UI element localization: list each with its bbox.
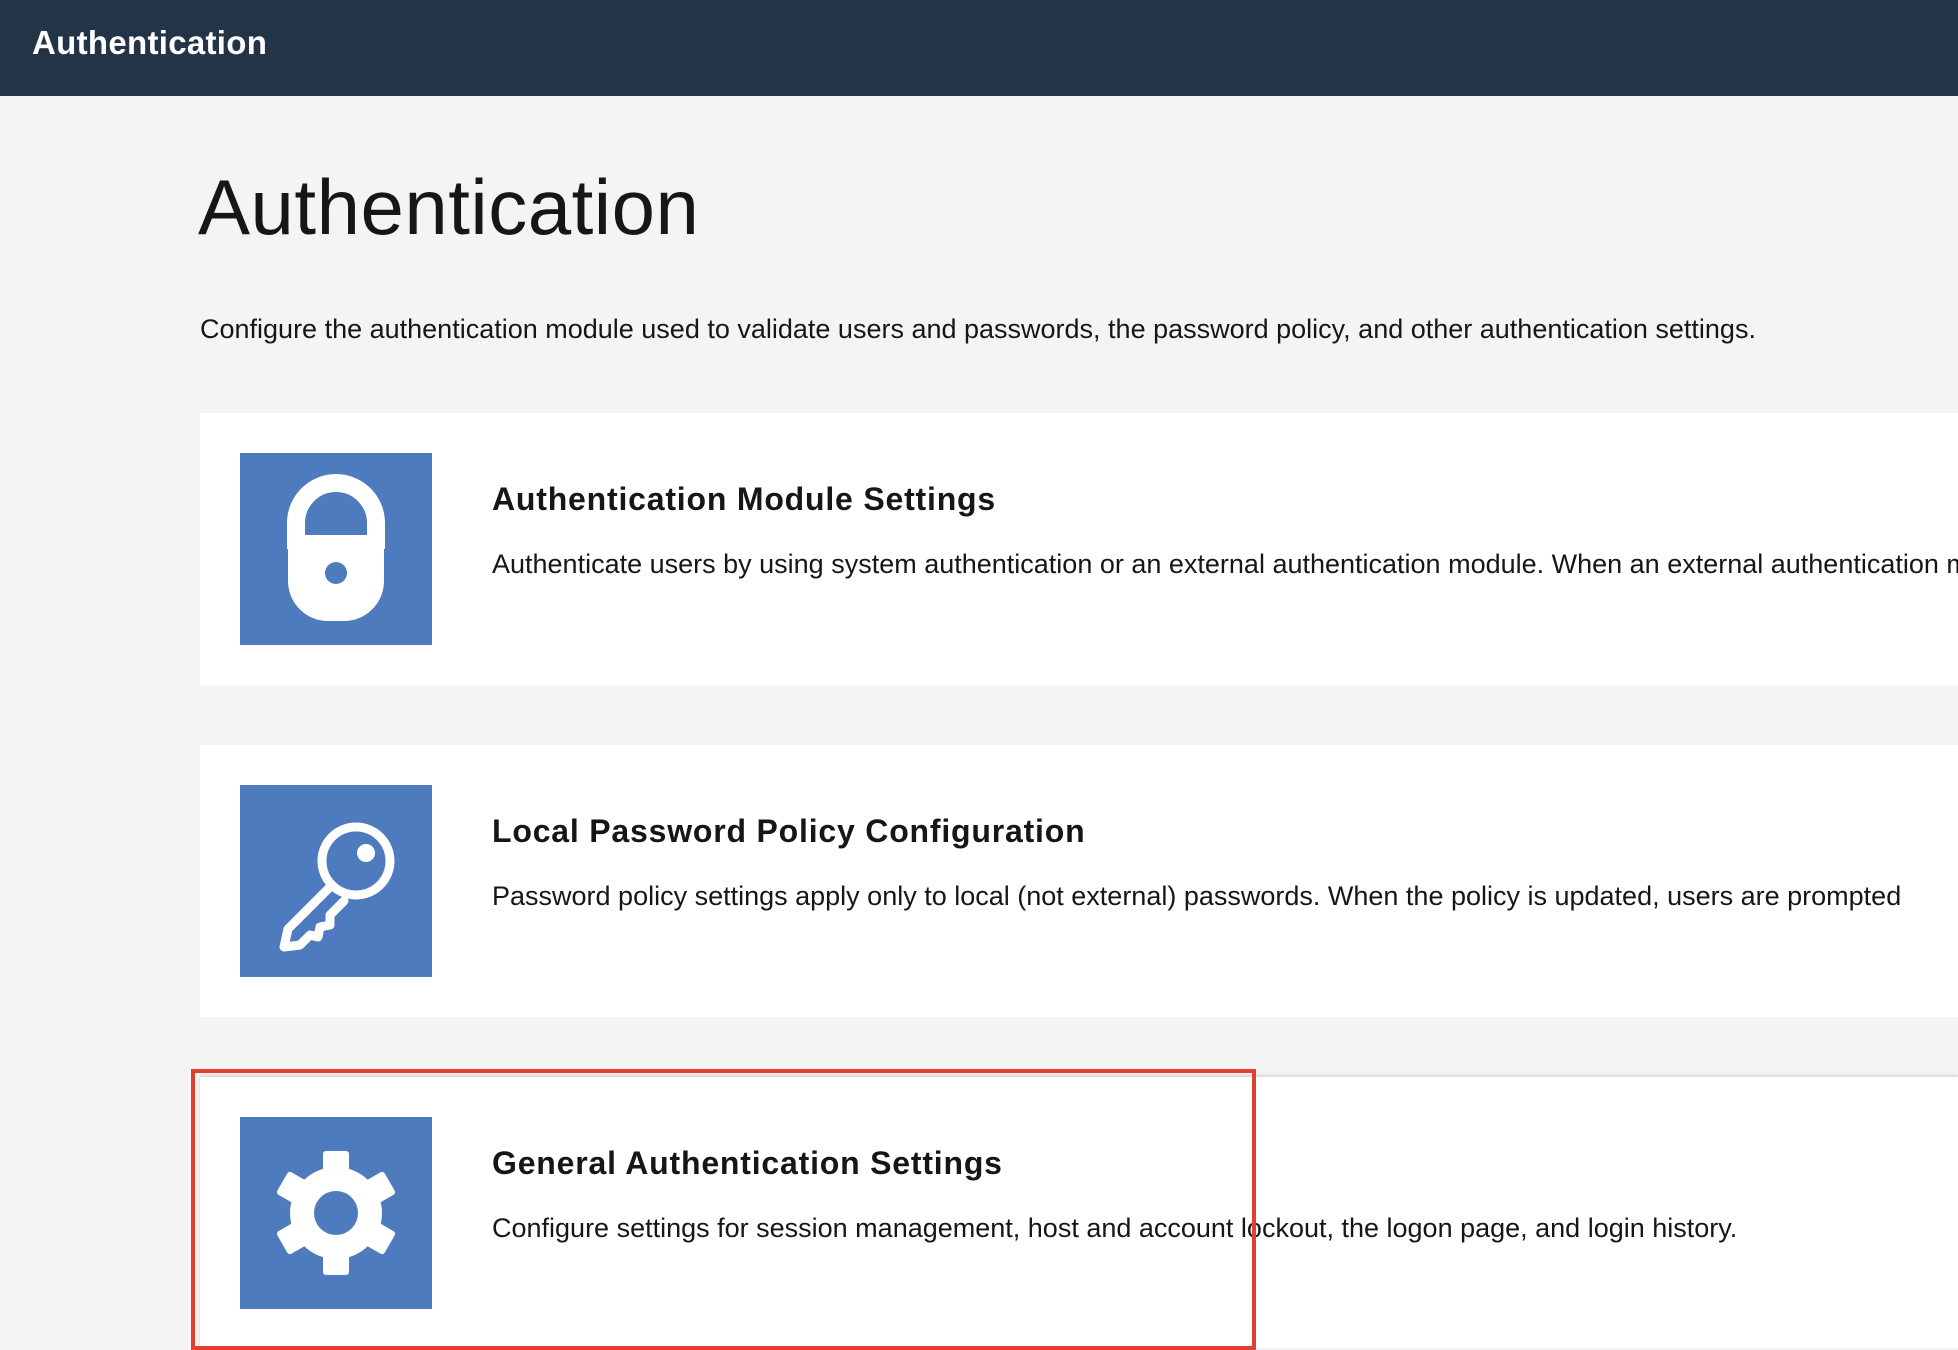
lock-icon	[240, 453, 432, 645]
top-bar: Authentication	[0, 0, 1958, 96]
key-icon	[240, 785, 432, 977]
card-description: Configure settings for session managemen…	[492, 1213, 1738, 1243]
card-general-authentication-settings[interactable]: General Authentication Settings Configur…	[200, 1077, 1958, 1348]
card-description: Password policy settings apply only to l…	[492, 881, 1902, 911]
card-description: Authenticate users by using system authe…	[492, 549, 1958, 579]
card-authentication-module-settings[interactable]: Authentication Module Settings Authentic…	[200, 413, 1958, 685]
card-title: General Authentication Settings	[492, 1145, 1003, 1181]
page-title: Authentication	[198, 163, 700, 251]
card-local-password-policy[interactable]: Local Password Policy Configuration Pass…	[200, 745, 1958, 1017]
app-title: Authentication	[32, 24, 268, 61]
card-title: Local Password Policy Configuration	[492, 813, 1086, 849]
gear-icon	[240, 1117, 432, 1309]
page-description: Configure the authentication module used…	[200, 314, 1756, 344]
card-title: Authentication Module Settings	[492, 481, 996, 517]
